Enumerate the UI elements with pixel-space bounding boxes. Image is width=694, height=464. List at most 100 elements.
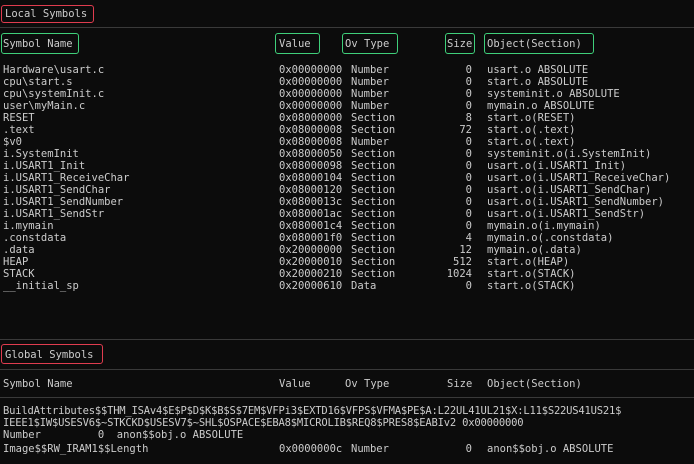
symbol-object: systeminit.o(i.SystemInit) — [487, 148, 652, 160]
symbol-size: 0 — [465, 208, 472, 220]
symbol-object: anon$$obj.o ABSOLUTE — [487, 443, 614, 455]
symbol-object: usart.o(i.USART1_SendNumber) — [487, 196, 665, 208]
symbol-name: .text — [3, 124, 35, 136]
symbol-size: 0 — [465, 280, 472, 292]
symbol-size: 12 — [459, 244, 472, 256]
symbol-object: usart.o(i.USART1_SendStr) — [487, 208, 646, 220]
local-symbol-row: i.USART1_SendStr 0x080001ac Section 0 usart.… — [0, 208, 694, 220]
symbol-name: STACK — [3, 268, 35, 280]
symbol-name: i.USART1_SendStr — [3, 208, 105, 220]
symbol-value: 0x00000000 — [279, 76, 343, 88]
symbol-value: 0x00000000 — [279, 64, 343, 76]
symbol-type: Section — [351, 220, 396, 232]
symbol-type: Number — [351, 88, 389, 100]
symbol-type: Section — [351, 124, 396, 136]
symbol-object: mymain.o(i.mymain) — [487, 220, 601, 232]
local-symbol-row: .text 0x08000008 Section 72 start.o(.text) — [0, 124, 694, 136]
symbol-size: 8 — [465, 112, 472, 124]
separator — [0, 339, 694, 340]
global-symbols-title: Global Symbols — [5, 349, 94, 361]
global-header-size: Size — [447, 378, 473, 390]
symbol-object: usart.o(i.USART1_Init) — [487, 160, 627, 172]
symbol-size: 0 — [465, 148, 472, 160]
symbol-value: 0x20000610 — [279, 280, 343, 292]
global-row-build-attributes-line2: IEEE1$IW$USESV6$~STKCKD$USESV7$~SHL$OSPA… — [3, 417, 524, 429]
symbol-object: usart.o(i.USART1_SendChar) — [487, 184, 652, 196]
global-row: Image$$RW_IRAM1$$Length 0x0000000c Numbe… — [0, 443, 694, 455]
local-symbol-row: .data 0x20000000 Section 12 mymain.o(.data) — [0, 244, 694, 256]
symbol-value: 0x08000098 — [279, 160, 343, 172]
local-symbol-row: cpu\systemInit.c 0x00000000 Number 0 systemi… — [0, 88, 694, 100]
symbol-object: start.o(STACK) — [487, 268, 576, 280]
local-symbol-row: RESET 0x08000000 Section 8 start.o(RESET) — [0, 112, 694, 124]
symbol-name: Hardware\usart.c — [3, 64, 105, 76]
symbol-object: start.o(HEAP) — [487, 256, 570, 268]
symbol-object: usart.o ABSOLUTE — [487, 64, 589, 76]
symbol-object: start.o(.text) — [487, 124, 576, 136]
symbol-type: Section — [351, 208, 396, 220]
local-symbol-row: __initial_sp 0x20000610 Data 0 start.o(STACK… — [0, 280, 694, 292]
local-symbols-title: Local Symbols — [5, 8, 88, 20]
symbol-size: 0 — [465, 136, 472, 148]
symbol-value: 0x20000000 — [279, 244, 343, 256]
symbol-value: 0x08000000 — [279, 112, 343, 124]
symbol-value: 0x080001ac — [279, 208, 343, 220]
symbol-type: Section — [351, 232, 396, 244]
symbol-value: 0x00000000 — [279, 88, 343, 100]
symbol-size: 72 — [459, 124, 472, 136]
local-symbol-row: i.USART1_SendChar 0x08000120 Section 0 usart… — [0, 184, 694, 196]
local-symbol-row: .constdata 0x080001f0 Section 4 mymain.o(.co… — [0, 232, 694, 244]
symbol-object: mymain.o(.constdata) — [487, 232, 614, 244]
local-symbol-row: i.USART1_SendNumber 0x0800013c Section 0 usa… — [0, 196, 694, 208]
symbol-object: mymain.o ABSOLUTE — [487, 100, 595, 112]
global-row-build-attributes-line3: Number 0 anon$$obj.o ABSOLUTE — [3, 429, 244, 441]
symbol-value: 0x080001c4 — [279, 220, 343, 232]
symbol-value: 0x20000210 — [279, 268, 343, 280]
local-symbol-row: i.USART1_ReceiveChar 0x08000104 Section 0 us… — [0, 172, 694, 184]
symbol-name: HEAP — [3, 256, 29, 268]
symbol-name: .data — [3, 244, 35, 256]
global-header-object-section: Object(Section) — [487, 378, 582, 390]
symbol-type: Section — [351, 196, 396, 208]
global-header-symbol-name: Symbol Name — [3, 378, 73, 390]
global-header-ov: Ov — [345, 378, 358, 390]
local-symbol-row: cpu\start.s 0x00000000 Number 0 start.o ABSO… — [0, 76, 694, 88]
symbol-type: Section — [351, 172, 396, 184]
symbol-type: Section — [351, 244, 396, 256]
separator — [0, 397, 694, 398]
local-symbol-row: STACK 0x20000210 Section 1024 start.o(STACK) — [0, 268, 694, 280]
symbol-type: Section — [351, 184, 396, 196]
symbol-object: mymain.o(.data) — [487, 244, 582, 256]
symbol-name: RESET — [3, 112, 35, 124]
header-symbol-name: Symbol Name — [3, 38, 73, 50]
symbol-name: cpu\start.s — [3, 76, 73, 88]
symbol-name: $v0 — [3, 136, 22, 148]
symbol-object: start.o(RESET) — [487, 112, 576, 124]
symbol-value: 0x0000000c — [279, 443, 343, 455]
symbol-type: Number — [351, 76, 389, 88]
symbol-size: 0 — [465, 88, 472, 100]
symbol-name: user\myMain.c — [3, 100, 86, 112]
symbol-name: cpu\systemInit.c — [3, 88, 105, 100]
header-value: Value — [279, 38, 311, 50]
symbol-type: Number — [351, 64, 389, 76]
symbol-name: Image$$RW_IRAM1$$Length — [3, 443, 149, 455]
symbol-name: i.SystemInit — [3, 148, 79, 160]
header-ov: Ov — [345, 38, 358, 50]
symbol-type: Number — [351, 136, 389, 148]
symbol-value: 0x0800013c — [279, 196, 343, 208]
local-symbol-row: $v0 0x08000008 Number 0 start.o(.text) — [0, 136, 694, 148]
symbol-size: 0 — [465, 76, 472, 88]
symbol-size: 1024 — [446, 268, 472, 280]
separator — [0, 27, 694, 28]
symbol-name: i.USART1_SendChar — [3, 184, 111, 196]
symbol-value: 0x20000010 — [279, 256, 343, 268]
symbol-size: 0 — [465, 220, 472, 232]
separator — [0, 369, 694, 370]
symbol-size: 0 — [465, 196, 472, 208]
symbol-object: start.o ABSOLUTE — [487, 76, 589, 88]
local-symbol-row: Hardware\usart.c 0x00000000 Number 0 usart.o… — [0, 64, 694, 76]
symbol-type: Data — [351, 280, 377, 292]
symbol-size: 512 — [453, 256, 472, 268]
symbol-type: Section — [351, 256, 396, 268]
